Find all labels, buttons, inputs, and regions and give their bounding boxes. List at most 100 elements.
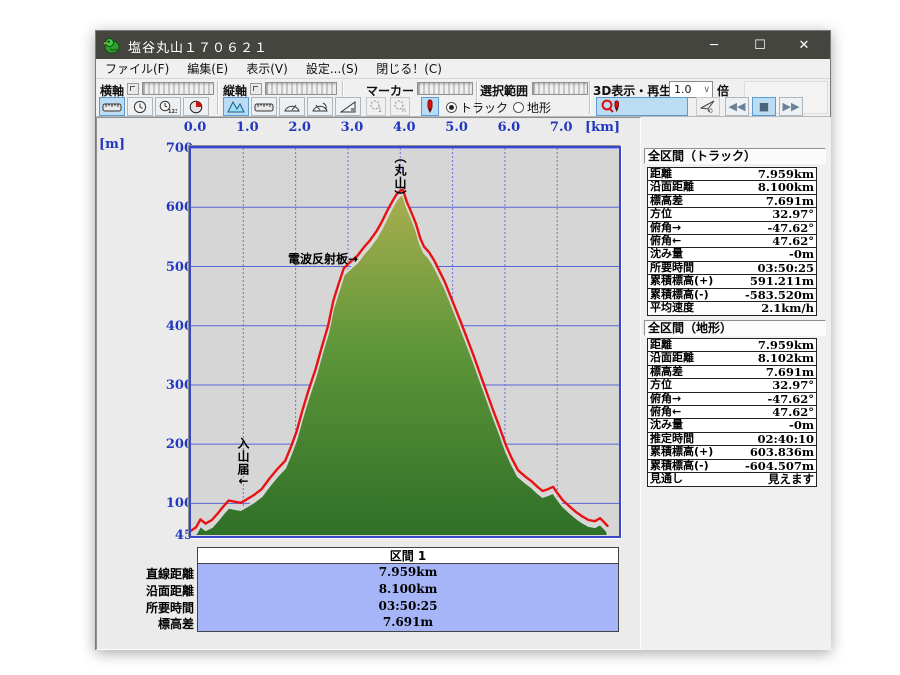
track-panel-title: 全区間（トラック） [644, 148, 826, 164]
section-row-value: 03:50:25 [198, 598, 618, 615]
info-row-value: 7.691m [766, 195, 814, 207]
y-unit-label: [m] [99, 137, 125, 152]
info-row-label: 俯角→ [650, 393, 681, 405]
playback-speed-combobox[interactable]: 1.0 ∨ [669, 81, 713, 98]
section-row-value: 7.959km [198, 564, 618, 581]
x-unit-label: [km] [585, 120, 620, 135]
info-row-value: 見えます [768, 473, 814, 486]
vaxis-pace-button[interactable] [307, 97, 333, 116]
svg-text:n: n [402, 107, 406, 113]
info-row-value: 03:50:25 [757, 262, 814, 274]
maximize-button[interactable]: ☐ [740, 31, 780, 59]
info-pane: 全区間（トラック） 距離7.959km沿面距離8.100km標高差7.691m方… [641, 117, 831, 650]
replay-reset-button[interactable]: 0 [696, 97, 720, 116]
section-row-label: 直線距離 [98, 566, 194, 583]
info-row-label: 標高差 [650, 195, 683, 207]
dashed-marker-1-icon: 1 [369, 100, 383, 113]
selection-slider[interactable] [532, 82, 588, 95]
info-row-value: 2.1km/h [761, 302, 814, 315]
x-tick-label: 1.0 [234, 120, 260, 135]
haxis-pie-timer-button[interactable] [183, 97, 209, 116]
plane-replay-icon: 0 [700, 100, 716, 114]
x-tick-label: 7.0 [548, 120, 574, 135]
clock-digits-icon: 123 [159, 100, 177, 114]
vaxis-scale-slider[interactable] [265, 82, 337, 95]
radio-icon [513, 102, 524, 113]
section-row-value: 8.100km [198, 581, 618, 598]
info-row-label: 累積標高(-) [650, 460, 709, 472]
x-tick-label: 3.0 [339, 120, 365, 135]
rewind-button[interactable]: ◀◀ [725, 97, 749, 116]
y-tick-label: 200 [143, 437, 193, 452]
info-row-label: 距離 [650, 168, 672, 180]
close-button[interactable]: ✕ [784, 31, 824, 59]
ruler-icon [102, 101, 122, 113]
stop-button[interactable]: ■ [752, 97, 776, 116]
toolbar-separator [589, 81, 591, 114]
info-row-label: 方位 [650, 379, 672, 391]
info-row: 標高差 7.691m [648, 195, 816, 208]
marker-pen-button[interactable] [421, 97, 439, 116]
section-marker-1-button[interactable]: 1 [366, 97, 386, 116]
marker-slider[interactable] [417, 82, 473, 95]
section-row-label: 所要時間 [98, 600, 194, 617]
info-row-value: 7.959km [758, 168, 814, 180]
info-row-label: 推定時間 [650, 433, 694, 445]
info-row: 累積標高(+)591.211m [648, 275, 816, 288]
info-row: 方位32.97° [648, 208, 816, 221]
info-row-label: 俯角← [650, 235, 681, 247]
x-tick-label: 6.0 [496, 120, 522, 135]
info-row-value: 603.836m [750, 446, 814, 458]
radio-terrain-label: 地形 [527, 99, 551, 116]
menu-view[interactable]: 表示(V) [237, 59, 297, 78]
info-row-value: -47.62° [767, 393, 814, 405]
menu-edit[interactable]: 編集(E) [178, 59, 237, 78]
vaxis-speed-button[interactable] [279, 97, 305, 116]
haxis-reset-button[interactable] [127, 83, 139, 95]
marker-target-terrain-radio[interactable]: 地形 [513, 99, 551, 116]
info-row: 俯角→-47.62° [648, 222, 816, 235]
y-tick-label: 100 [143, 496, 193, 511]
vaxis-reset-button[interactable] [250, 83, 262, 95]
selection-zoom-button[interactable] [596, 97, 688, 116]
info-row: 平均速度2.1km/h [648, 302, 816, 315]
vaxis-slope-button[interactable] [335, 97, 361, 116]
section-row-label: 沿面距離 [98, 583, 194, 600]
info-row-value: -0m [789, 248, 814, 260]
section-marker-n-button[interactable]: n [390, 97, 410, 116]
haxis-time-button[interactable] [127, 97, 153, 116]
menu-close[interactable]: 閉じる！(C) [367, 59, 451, 78]
info-row-label: 俯角→ [650, 222, 681, 234]
y-tick-label: 500 [143, 260, 193, 275]
graph-toolbar: 横軸 縦軸 マーカー 選択範囲 3D表示・再生 1.0 ∨ 倍 123 [96, 79, 830, 117]
vaxis-elevation-button[interactable] [223, 97, 249, 116]
info-row: 累積標高(-)-583.520m [648, 289, 816, 302]
clock-icon [133, 100, 147, 114]
menu-file[interactable]: ファイル(F) [96, 59, 178, 78]
window-title: 塩谷丸山１７０６２１ [128, 37, 268, 56]
info-row-label: 沈み量 [650, 419, 683, 431]
info-row-label: 距離 [650, 339, 672, 351]
haxis-scale-slider[interactable] [142, 82, 214, 95]
info-row: 俯角→ -47.62° [648, 393, 816, 406]
dashed-marker-n-icon: n [393, 100, 407, 113]
info-row-label: 所要時間 [650, 262, 694, 274]
marker-target-track-radio[interactable]: トラック [446, 99, 508, 116]
menu-settings[interactable]: 設定...(S) [297, 59, 367, 78]
haxis-distance-ruler-button[interactable] [99, 97, 125, 116]
info-row-label: 標高差 [650, 366, 683, 378]
elevation-profile-chart[interactable] [191, 148, 619, 536]
play-button[interactable]: ▶▶ [779, 97, 803, 116]
info-row-label: 沿面距離 [650, 181, 694, 193]
info-row: 沈み量-0m [648, 419, 816, 432]
gauge-arrow-icon [311, 101, 329, 113]
peak-annotation: （丸山） [392, 151, 409, 203]
haxis-time-numeric-button[interactable]: 123 [155, 97, 181, 116]
minimize-button[interactable]: ─ [694, 31, 734, 59]
title-bar[interactable]: 塩谷丸山１７０６２１ ─ ☐ ✕ [96, 31, 830, 59]
info-row-value: 32.97° [772, 379, 814, 391]
svg-text:1: 1 [378, 107, 382, 113]
vaxis-distance-button[interactable] [251, 97, 277, 116]
zoom-marker-icon [601, 99, 623, 114]
gauge-icon [283, 101, 301, 113]
